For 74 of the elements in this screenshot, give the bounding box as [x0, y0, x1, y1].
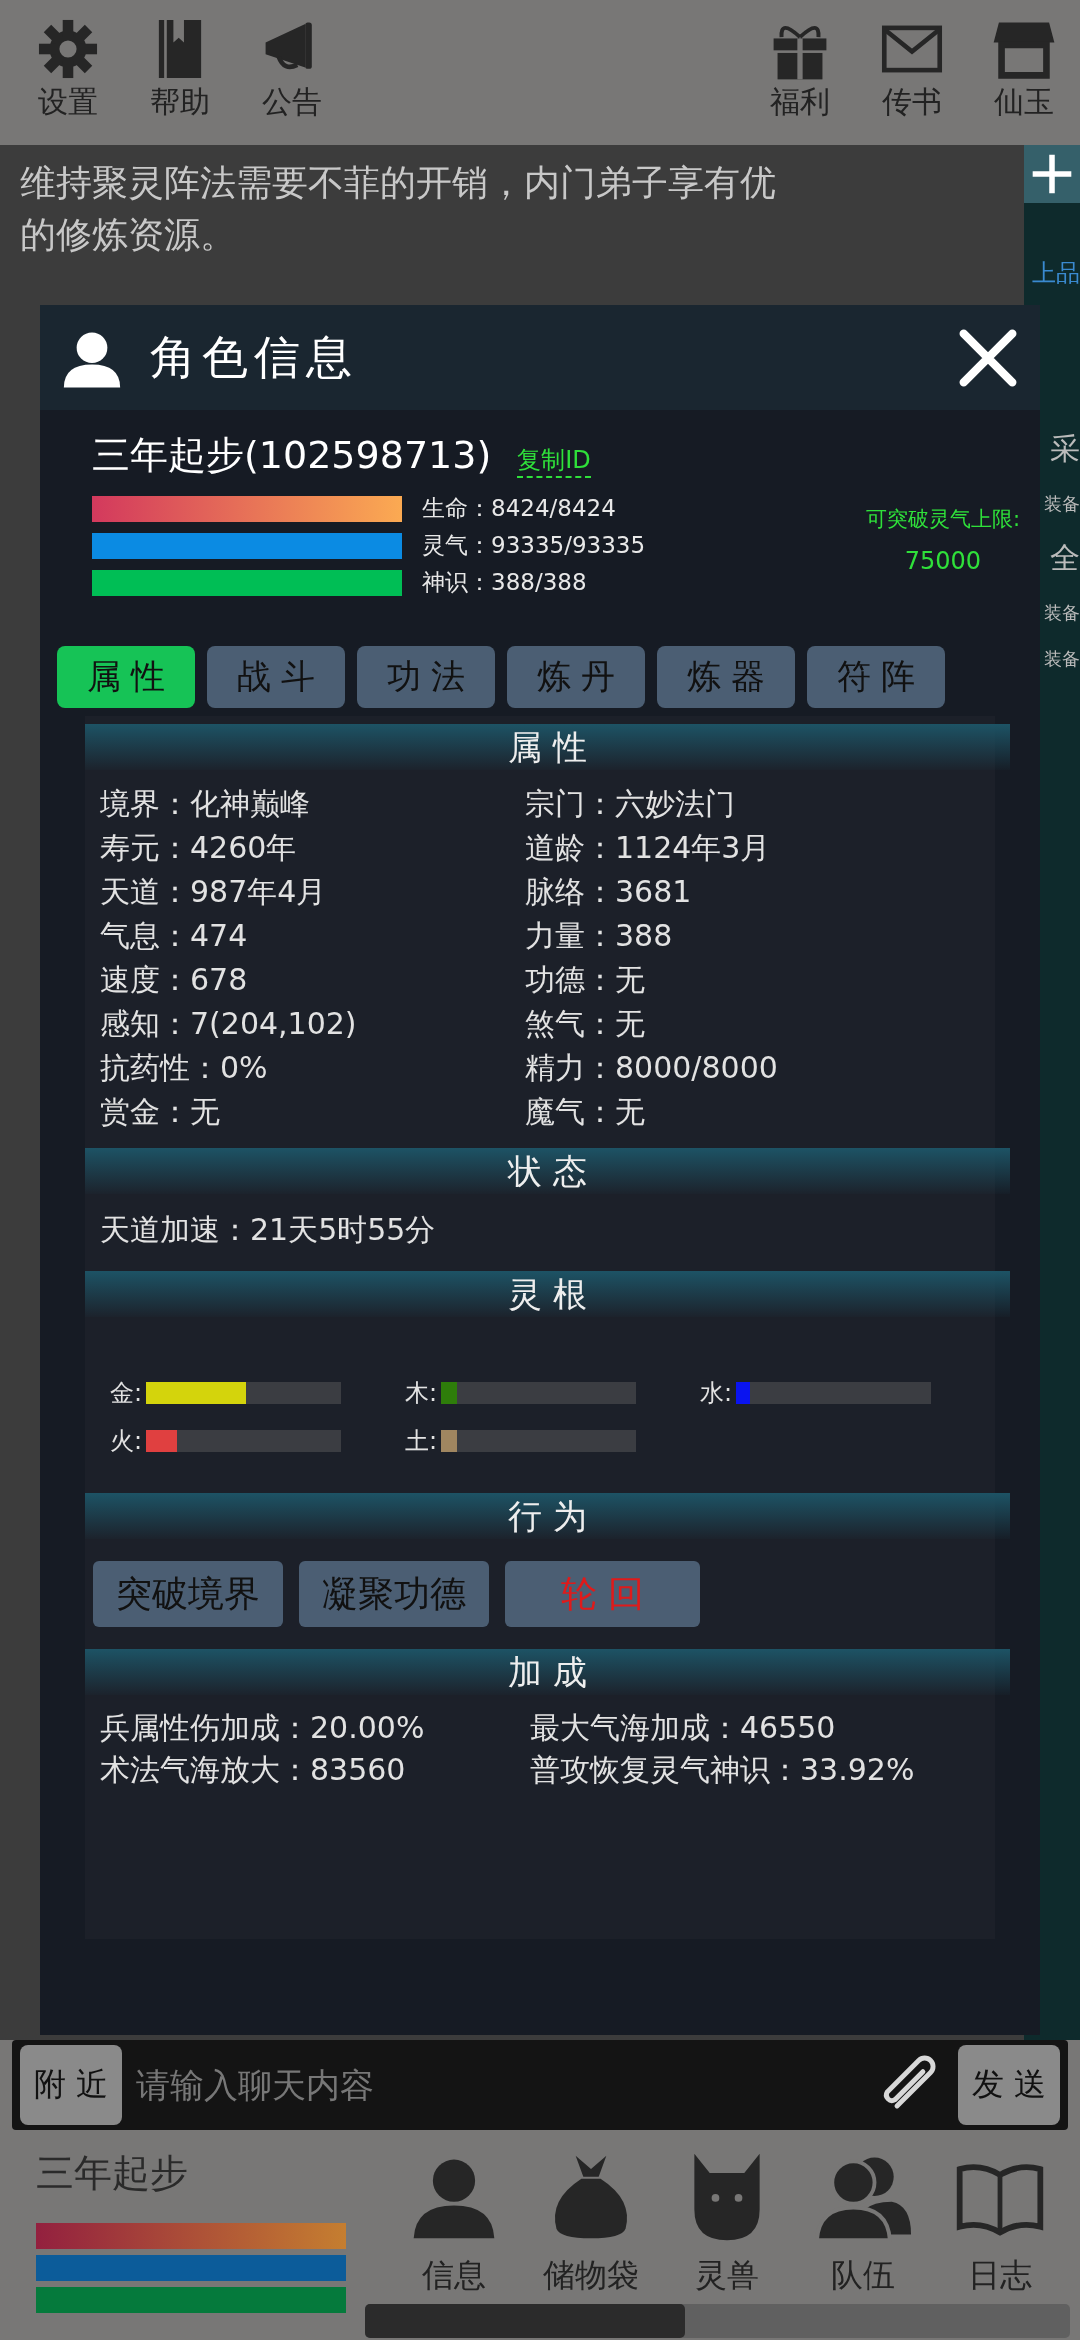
- toolbar-label[interactable]: 帮助: [150, 82, 210, 123]
- attribute-text: 境界：化神巅峰: [100, 785, 311, 823]
- copy-id-link[interactable]: 复制ID: [517, 444, 591, 478]
- attribute-text: 感知：7(204,102): [100, 1005, 358, 1043]
- side-label: 采: [1050, 430, 1080, 468]
- side-label: 上品: [1032, 258, 1080, 289]
- attribute-text: 功德：无: [525, 961, 646, 999]
- chat-input-field[interactable]: 附 近 请输入聊天内容 发 送: [12, 2040, 1068, 2130]
- player-name: 三年起步: [36, 2150, 189, 2197]
- nav-label[interactable]: 储物袋: [542, 2254, 639, 2298]
- attribute-text: 寿元：4260年: [100, 829, 298, 867]
- side-label: 装备: [1044, 492, 1080, 516]
- attribute-text: 气息：474: [100, 917, 249, 955]
- attribute-text: 速度：678: [100, 961, 249, 999]
- action-button[interactable]: 凝聚功德: [299, 1561, 489, 1627]
- nav-label[interactable]: 日志: [967, 2254, 1032, 2298]
- nav-label[interactable]: 信息: [422, 2254, 487, 2298]
- nav-label[interactable]: 灵兽: [694, 2254, 759, 2298]
- bonus-text: 普攻恢复灵气神识：33.92%: [530, 1751, 916, 1789]
- tab[interactable]: 战 斗: [207, 646, 345, 708]
- bonus-text: 最大气海加成：46550: [530, 1709, 837, 1747]
- attribute-text: 力量：388: [525, 917, 674, 955]
- root-label: 土:: [405, 1426, 438, 1457]
- section-header: 状 态: [85, 1148, 1010, 1194]
- action-button[interactable]: 突破境界: [93, 1561, 283, 1627]
- player-name: 三年起步(102598713): [92, 432, 492, 479]
- section-header: 行 为: [85, 1493, 1010, 1539]
- toolbar-label[interactable]: 福利: [770, 82, 830, 123]
- stat-text: 灵气：93335/93335: [422, 531, 646, 560]
- tab[interactable]: 属 性: [57, 646, 195, 708]
- toolbar-label[interactable]: 仙玉: [994, 82, 1054, 123]
- root-label: 木:: [405, 1378, 438, 1409]
- tab[interactable]: 炼 器: [657, 646, 795, 708]
- tab[interactable]: 炼 丹: [507, 646, 645, 708]
- side-label: 装备: [1044, 647, 1080, 671]
- root-label: 金:: [110, 1378, 143, 1409]
- attribute-text: 脉络：3681: [525, 873, 693, 911]
- attribute-text: 精力：8000/8000: [525, 1049, 779, 1087]
- chat-input[interactable]: 请输入聊天内容: [134, 2064, 864, 2106]
- attribute-text: 道龄：1124年3月: [525, 829, 772, 867]
- send-button[interactable]: 发 送: [957, 2045, 1060, 2125]
- attribute-text: 抗药性：0%: [100, 1049, 269, 1087]
- breakthrough-label: 可突破灵气上限:: [865, 506, 1020, 533]
- side-label: 全: [1050, 539, 1080, 577]
- root-label: 水:: [700, 1378, 733, 1409]
- bonus-text: 术法气海放大：83560: [100, 1751, 407, 1789]
- attribute-text: 魔气：无: [525, 1093, 646, 1131]
- scrollbar-thumb[interactable]: [365, 2304, 685, 2338]
- attribute-text: 天道：987年4月: [100, 873, 328, 911]
- notice-text: 的修炼资源。: [20, 213, 237, 257]
- scrollbar[interactable]: [365, 2304, 1070, 2338]
- tab[interactable]: 符 阵: [807, 646, 945, 708]
- dialog-title: 角色信息: [150, 328, 359, 386]
- toolbar-label[interactable]: 传书: [882, 82, 942, 123]
- attribute-text: 赏金：无: [100, 1093, 221, 1131]
- root-label: 火:: [110, 1426, 143, 1457]
- attribute-text: 宗门：六妙法门: [525, 785, 736, 823]
- add-button[interactable]: [1024, 145, 1080, 203]
- section-header: 灵 根: [85, 1271, 1010, 1317]
- breakthrough-value: 75000: [904, 547, 982, 575]
- toolbar-label[interactable]: 公告: [262, 82, 322, 123]
- bonus-text: 兵属性伤加成：20.00%: [100, 1709, 426, 1747]
- stat-text: 神识：388/388: [422, 568, 587, 597]
- channel-button[interactable]: 附 近: [20, 2045, 123, 2125]
- toolbar-label[interactable]: 设置: [38, 82, 98, 123]
- section-header: 加 成: [85, 1649, 1010, 1695]
- nav-label[interactable]: 队伍: [831, 2254, 896, 2298]
- tab[interactable]: 功 法: [357, 646, 495, 708]
- notice-text: 维持聚灵阵法需要不菲的开销，内门弟子享有优: [20, 161, 777, 205]
- attribute-text: 煞气：无: [525, 1005, 646, 1043]
- stat-text: 生命：8424/8424: [422, 494, 616, 523]
- section-header: 属 性: [85, 724, 1010, 770]
- side-label: 装备: [1044, 601, 1080, 625]
- status-text: 天道加速：21天5时55分: [99, 1211, 437, 1249]
